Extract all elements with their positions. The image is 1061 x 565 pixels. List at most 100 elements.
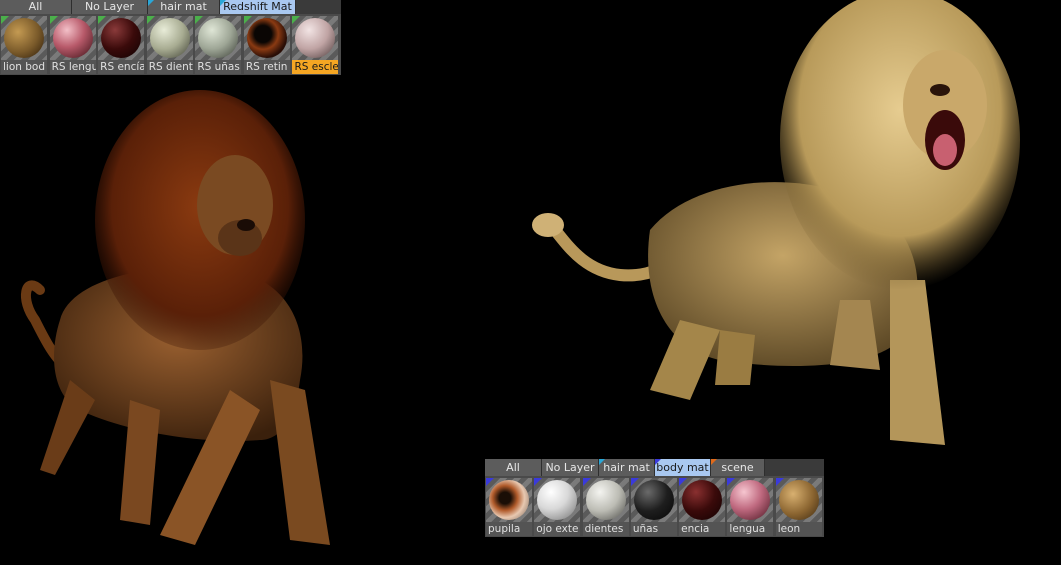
- material-thumbnail: [630, 478, 677, 522]
- material-swatch-rs-unas[interactable]: RS uñas: [195, 16, 242, 74]
- tab-label: No Layer: [545, 461, 595, 474]
- material-name: ojo exte: [534, 522, 581, 536]
- material-thumbnail: [292, 16, 339, 60]
- layer-color-corner: [1, 16, 9, 24]
- material-preview-ball: [537, 480, 578, 520]
- material-swatch-rs-lengua[interactable]: RS lengu: [49, 16, 96, 74]
- left-lion: [20, 90, 330, 545]
- material-name: uñas: [630, 522, 677, 536]
- layer-color-corner: [582, 478, 591, 486]
- material-swatch-pupila[interactable]: pupila: [486, 478, 532, 536]
- material-thumbnail: [49, 16, 96, 60]
- bottom-tab-all[interactable]: All: [485, 459, 542, 476]
- material-swatch-leon[interactable]: leon: [775, 478, 822, 536]
- top-tab-no-layer[interactable]: No Layer: [72, 0, 148, 14]
- material-preview-ball: [778, 480, 819, 520]
- material-swatch-encia[interactable]: encia: [679, 478, 726, 536]
- right-lion-leg: [715, 330, 755, 385]
- tab-label: All: [28, 0, 43, 13]
- material-preview-ball: [295, 18, 336, 58]
- material-name: RS retin: [243, 60, 290, 74]
- tab-label: hair mat: [603, 461, 650, 474]
- layer-color-corner: [679, 478, 688, 486]
- layer-color-corner: [534, 478, 543, 486]
- bottom-material-list: pupila ojo exte dientes uñas encia lengu…: [485, 476, 824, 536]
- material-preview-ball: [246, 18, 287, 58]
- material-name: RS lengu: [49, 60, 96, 74]
- material-thumbnail: [534, 478, 581, 522]
- top-material-list: lion bod RS lengu RS encía RS dient RS u…: [0, 14, 341, 74]
- material-preview-ball: [682, 480, 723, 520]
- right-lion-mane: [780, 0, 1020, 290]
- top-tab-redshift-mat[interactable]: Redshift Mat: [220, 0, 296, 14]
- tab-marker: [148, 0, 154, 6]
- material-thumbnail: [146, 16, 193, 60]
- right-lion-tail-tuft: [532, 213, 564, 237]
- left-lion-leg: [40, 380, 95, 475]
- material-thumbnail: [727, 478, 774, 522]
- material-swatch-lion-bod[interactable]: lion bod: [1, 16, 47, 74]
- layer-color-corner: [49, 16, 58, 24]
- material-name: lengua: [727, 522, 774, 536]
- material-swatch-ojo-exterior[interactable]: ojo exte: [534, 478, 581, 536]
- material-swatch-rs-esclera[interactable]: RS escle: [292, 16, 339, 74]
- material-thumbnail: [775, 478, 822, 522]
- bottom-tab-scene[interactable]: scene: [711, 459, 765, 476]
- tab-marker: [655, 459, 661, 465]
- material-preview-ball: [101, 18, 142, 58]
- material-thumbnail: [195, 16, 242, 60]
- material-preview-ball: [198, 18, 239, 58]
- right-lion: [532, 0, 1020, 445]
- left-lion-nose: [237, 219, 255, 231]
- tab-label: scene: [721, 461, 754, 474]
- material-name: RS uñas: [195, 60, 242, 74]
- bottom-tab-hair-mat[interactable]: hair mat: [599, 459, 655, 476]
- top-tab-hair-mat[interactable]: hair mat: [148, 0, 220, 14]
- material-swatch-rs-dientes[interactable]: RS dient: [146, 16, 193, 74]
- material-name: dientes: [582, 522, 629, 536]
- right-lion-leg: [650, 320, 720, 400]
- bottom-layer-tabs: All No Layer hair mat body mat scene: [485, 459, 824, 476]
- tab-label: All: [506, 461, 520, 474]
- material-swatch-rs-retina[interactable]: RS retin: [243, 16, 290, 74]
- material-thumbnail: [582, 478, 629, 522]
- left-lion-leg: [270, 380, 330, 545]
- bottom-tab-body-mat[interactable]: body mat: [655, 459, 711, 476]
- material-preview-ball: [4, 18, 44, 58]
- right-lion-leg: [890, 280, 945, 445]
- material-preview-ball: [633, 480, 674, 520]
- layer-color-corner: [727, 478, 736, 486]
- material-name: RS dient: [146, 60, 193, 74]
- material-swatch-lengua[interactable]: lengua: [727, 478, 774, 536]
- tab-label: hair mat: [160, 0, 207, 13]
- top-layer-tabs: All No Layer hair mat Redshift Mat: [0, 0, 341, 14]
- material-name: encia: [679, 522, 726, 536]
- material-swatch-unas[interactable]: uñas: [630, 478, 677, 536]
- tab-marker: [599, 459, 605, 465]
- tab-label: No Layer: [84, 0, 135, 13]
- material-preview-ball: [489, 480, 529, 520]
- material-name: lion bod: [1, 60, 47, 74]
- material-preview-ball: [52, 18, 93, 58]
- material-thumbnail: [679, 478, 726, 522]
- layer-color-corner: [486, 478, 494, 486]
- tab-label: Redshift Mat: [223, 0, 292, 13]
- layer-color-corner: [775, 478, 784, 486]
- material-thumbnail: [1, 16, 47, 60]
- bottom-material-manager: All No Layer hair mat body mat scene pup…: [485, 459, 824, 537]
- right-lion-nose: [930, 84, 950, 96]
- tab-marker: [711, 459, 717, 465]
- layer-color-corner: [292, 16, 301, 24]
- material-preview-ball: [730, 480, 771, 520]
- layer-color-corner: [146, 16, 155, 24]
- layer-color-corner: [195, 16, 204, 24]
- material-name: RS escle: [292, 60, 339, 74]
- material-swatch-dientes[interactable]: dientes: [582, 478, 629, 536]
- top-tab-all[interactable]: All: [0, 0, 72, 14]
- tab-marker: [220, 0, 226, 6]
- top-material-manager: All No Layer hair mat Redshift Mat lion …: [0, 0, 341, 75]
- bottom-tab-no-layer[interactable]: No Layer: [542, 459, 599, 476]
- material-preview-ball: [149, 18, 190, 58]
- material-thumbnail: [98, 16, 145, 60]
- material-swatch-rs-encia[interactable]: RS encía: [98, 16, 145, 74]
